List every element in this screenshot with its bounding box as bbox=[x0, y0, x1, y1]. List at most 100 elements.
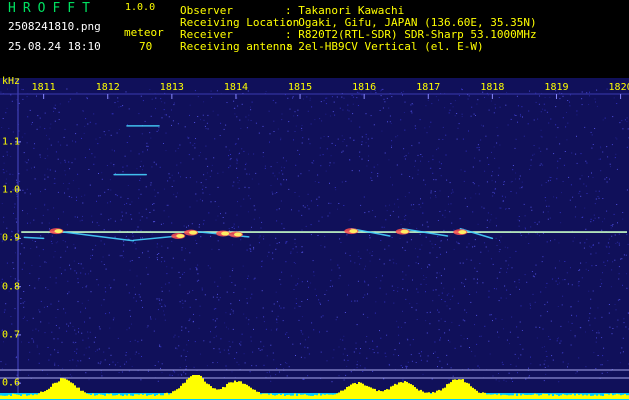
histogram-bar bbox=[434, 392, 436, 399]
histogram-bar bbox=[338, 392, 340, 399]
histogram-bar bbox=[24, 394, 26, 399]
histogram-bar bbox=[390, 386, 392, 399]
histogram-bar bbox=[220, 389, 222, 399]
histogram-bar bbox=[454, 379, 456, 399]
histogram-bar bbox=[480, 393, 482, 399]
histogram-bar bbox=[18, 394, 20, 399]
histogram-bar bbox=[140, 393, 142, 399]
histogram-bar bbox=[378, 390, 380, 399]
histogram-bar bbox=[564, 394, 566, 399]
histogram-bar bbox=[524, 394, 526, 399]
histogram-bar bbox=[170, 393, 172, 399]
histogram-bar bbox=[484, 392, 486, 399]
antenna-value: : 2el-HB9CV Vertical (el. E-W) bbox=[285, 40, 484, 53]
histogram-bar bbox=[576, 393, 578, 399]
histogram-bar bbox=[548, 395, 550, 399]
histogram-bar bbox=[202, 378, 204, 399]
meteor-echo-core bbox=[54, 229, 63, 234]
histogram-bar bbox=[592, 395, 594, 399]
histogram-bar bbox=[446, 384, 448, 399]
histogram-bar bbox=[138, 394, 140, 399]
histogram-bar bbox=[572, 393, 574, 399]
y-tick-label: 0.8 bbox=[2, 281, 21, 293]
histogram-bar bbox=[264, 393, 266, 399]
histogram-bar bbox=[94, 395, 96, 399]
histogram-bar bbox=[600, 395, 602, 399]
histogram-bar bbox=[396, 384, 398, 399]
histogram-bar bbox=[602, 395, 604, 399]
histogram-bar bbox=[66, 379, 68, 399]
histogram-bar bbox=[406, 381, 408, 399]
histogram-bar bbox=[438, 389, 440, 399]
histogram-bar bbox=[142, 394, 144, 399]
histogram-bar bbox=[198, 375, 200, 399]
histogram-bar bbox=[186, 379, 188, 399]
y-tick-label: 1.0 bbox=[2, 184, 21, 196]
histogram-bar bbox=[476, 390, 478, 399]
histogram-bar bbox=[326, 394, 328, 399]
histogram-bar bbox=[134, 394, 136, 399]
x-tick-label: 1813 bbox=[159, 82, 184, 93]
histogram-bar bbox=[532, 394, 534, 399]
histogram-bar bbox=[296, 395, 298, 399]
spectrogram-background bbox=[0, 78, 629, 400]
spectrogram-svg bbox=[0, 78, 629, 400]
x-tick-label: 1819 bbox=[544, 82, 569, 93]
histogram-bar bbox=[266, 393, 268, 399]
histogram-bar bbox=[36, 394, 38, 399]
histogram-bar bbox=[278, 394, 280, 399]
app-version: 1.0.0 bbox=[125, 2, 156, 13]
histogram-bar bbox=[450, 382, 452, 399]
histogram-bar bbox=[380, 391, 382, 399]
meteor-echo-core bbox=[458, 230, 467, 235]
histogram-bar bbox=[436, 390, 438, 399]
histogram-bar bbox=[274, 395, 276, 399]
histogram-bar bbox=[14, 394, 16, 399]
histogram-bar bbox=[422, 391, 424, 399]
histogram-bar bbox=[400, 382, 402, 399]
histogram-bar bbox=[12, 393, 14, 399]
histogram-bar bbox=[590, 395, 592, 399]
histogram-bar bbox=[502, 394, 504, 399]
histogram-bar bbox=[452, 379, 454, 399]
histogram-bar bbox=[32, 395, 34, 399]
meteor-echo-core bbox=[221, 231, 230, 236]
histogram-bar bbox=[582, 395, 584, 399]
histogram-bar bbox=[178, 388, 180, 399]
meteor-count: 70 bbox=[139, 40, 153, 53]
histogram-bar bbox=[494, 394, 496, 399]
histogram-bar bbox=[20, 395, 22, 399]
observer-key: Observer bbox=[180, 4, 233, 17]
x-tick-label: 1814 bbox=[223, 82, 248, 93]
histogram-bar bbox=[558, 395, 560, 399]
histogram-bar bbox=[314, 394, 316, 399]
histogram-bar bbox=[218, 389, 220, 399]
histogram-bar bbox=[492, 394, 494, 399]
histogram-bar bbox=[496, 394, 498, 399]
histogram-bar bbox=[370, 387, 372, 399]
histogram-bar bbox=[528, 394, 530, 399]
histogram-bar bbox=[442, 388, 444, 399]
meteor-label: meteor bbox=[124, 26, 164, 39]
histogram-bar bbox=[260, 394, 262, 399]
histogram-bar bbox=[392, 385, 394, 399]
histogram-bar bbox=[200, 375, 202, 399]
histogram-bar bbox=[324, 394, 326, 399]
histogram-bar bbox=[116, 395, 118, 399]
histogram-bar bbox=[432, 391, 434, 399]
app-title: HROFFT bbox=[8, 1, 97, 16]
histogram-bar bbox=[50, 386, 52, 399]
histogram-bar bbox=[566, 395, 568, 399]
meteor-echo-core bbox=[349, 229, 358, 234]
histogram-bar bbox=[382, 391, 384, 399]
histogram-bar bbox=[318, 393, 320, 399]
histogram-bar bbox=[420, 389, 422, 399]
y-tick-label: 0.9 bbox=[2, 232, 21, 244]
histogram-bar bbox=[460, 379, 462, 399]
histogram-bar bbox=[222, 386, 224, 399]
histogram-bar bbox=[182, 383, 184, 399]
histogram-bar bbox=[486, 394, 488, 399]
histogram-bar bbox=[84, 392, 86, 399]
histogram-bar bbox=[216, 389, 218, 399]
histogram-bar bbox=[102, 394, 104, 399]
